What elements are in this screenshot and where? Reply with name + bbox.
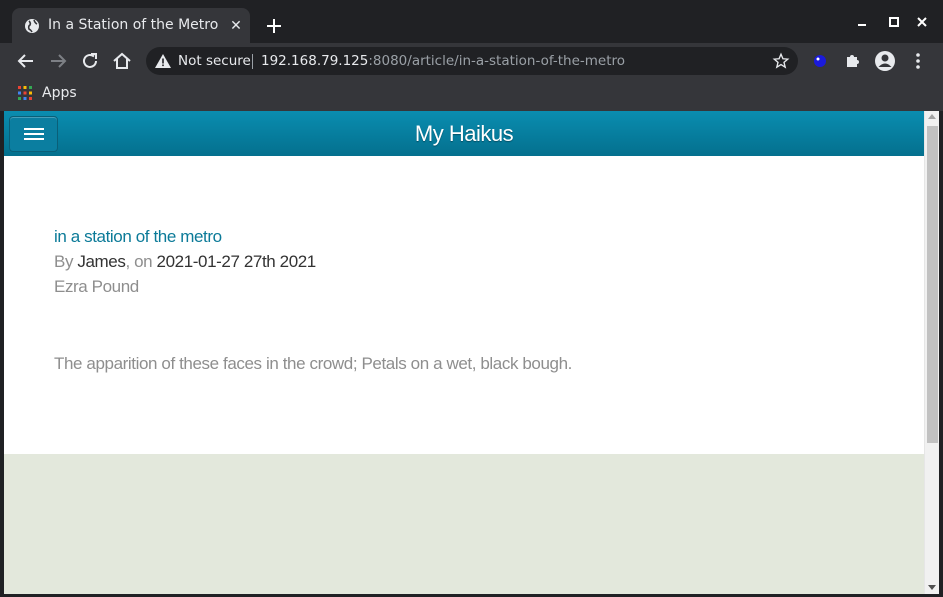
close-window-icon[interactable] xyxy=(912,12,932,32)
site-header: My Haikus xyxy=(4,111,924,156)
article-title-link[interactable]: in a station of the metro xyxy=(54,225,914,249)
tab-strip: In a Station of the Metro ✕ xyxy=(0,0,943,43)
maximize-icon[interactable] xyxy=(884,12,904,32)
article-date: 2021-01-27 27th 2021 xyxy=(156,252,317,271)
browser-window: In a Station of the Metro ✕ Not secure 1… xyxy=(0,0,943,597)
tab-title: In a Station of the Metro xyxy=(48,17,219,33)
article-header: in a station of the metro By James, on 2… xyxy=(54,225,914,299)
apps-bookmark[interactable]: Apps xyxy=(42,85,77,101)
globe-icon xyxy=(25,19,39,33)
omnibox-divider xyxy=(252,54,253,69)
minimize-icon[interactable] xyxy=(853,12,873,32)
browser-tab[interactable]: In a Station of the Metro ✕ xyxy=(12,8,250,43)
bookmarks-bar: Apps xyxy=(0,79,943,111)
on-prefix: , on xyxy=(125,252,157,271)
tab-close-icon[interactable]: ✕ xyxy=(228,17,244,33)
site-title: My Haikus xyxy=(414,121,514,146)
url-text[interactable]: 192.168.79.125:8080/article/in-a-station… xyxy=(261,53,625,69)
article-author: James xyxy=(77,252,126,271)
bookmark-star-icon[interactable] xyxy=(772,52,790,70)
address-bar[interactable]: Not secure 192.168.79.125:8080/article/i… xyxy=(146,47,798,75)
page-viewport: My Haikus in a station of the metro By J… xyxy=(4,111,939,594)
scroll-down-arrow-icon[interactable] xyxy=(928,585,936,590)
reload-icon[interactable] xyxy=(78,49,102,73)
url-path: :8080/article/in-a-station-of-the-metro xyxy=(368,53,626,69)
home-icon[interactable] xyxy=(110,49,134,73)
back-icon[interactable] xyxy=(14,49,38,73)
profile-avatar-icon[interactable] xyxy=(873,49,897,73)
security-label[interactable]: Not secure xyxy=(178,53,251,69)
warning-icon[interactable] xyxy=(155,54,171,68)
forward-icon[interactable] xyxy=(46,49,70,73)
page-footer xyxy=(4,454,924,594)
apps-grid-icon[interactable] xyxy=(18,86,32,100)
url-host: 192.168.79.125 xyxy=(261,53,369,69)
scrollbar-thumb[interactable] xyxy=(927,126,938,443)
article-body: The apparition of these faces in the cro… xyxy=(54,354,572,373)
article-byline: By James, on 2021-01-27 27th 2021 xyxy=(54,249,914,274)
browser-toolbar: Not secure 192.168.79.125:8080/article/i… xyxy=(0,43,943,79)
browser-menu-icon[interactable] xyxy=(906,49,930,73)
extension-blue-icon[interactable] xyxy=(808,49,832,73)
new-tab-icon[interactable] xyxy=(262,14,286,38)
scroll-up-arrow-icon[interactable] xyxy=(928,114,936,119)
vertical-scrollbar[interactable] xyxy=(924,111,939,594)
by-prefix: By xyxy=(54,252,78,271)
extensions-puzzle-icon[interactable] xyxy=(841,49,865,73)
article-subtitle: Ezra Pound xyxy=(54,277,139,296)
